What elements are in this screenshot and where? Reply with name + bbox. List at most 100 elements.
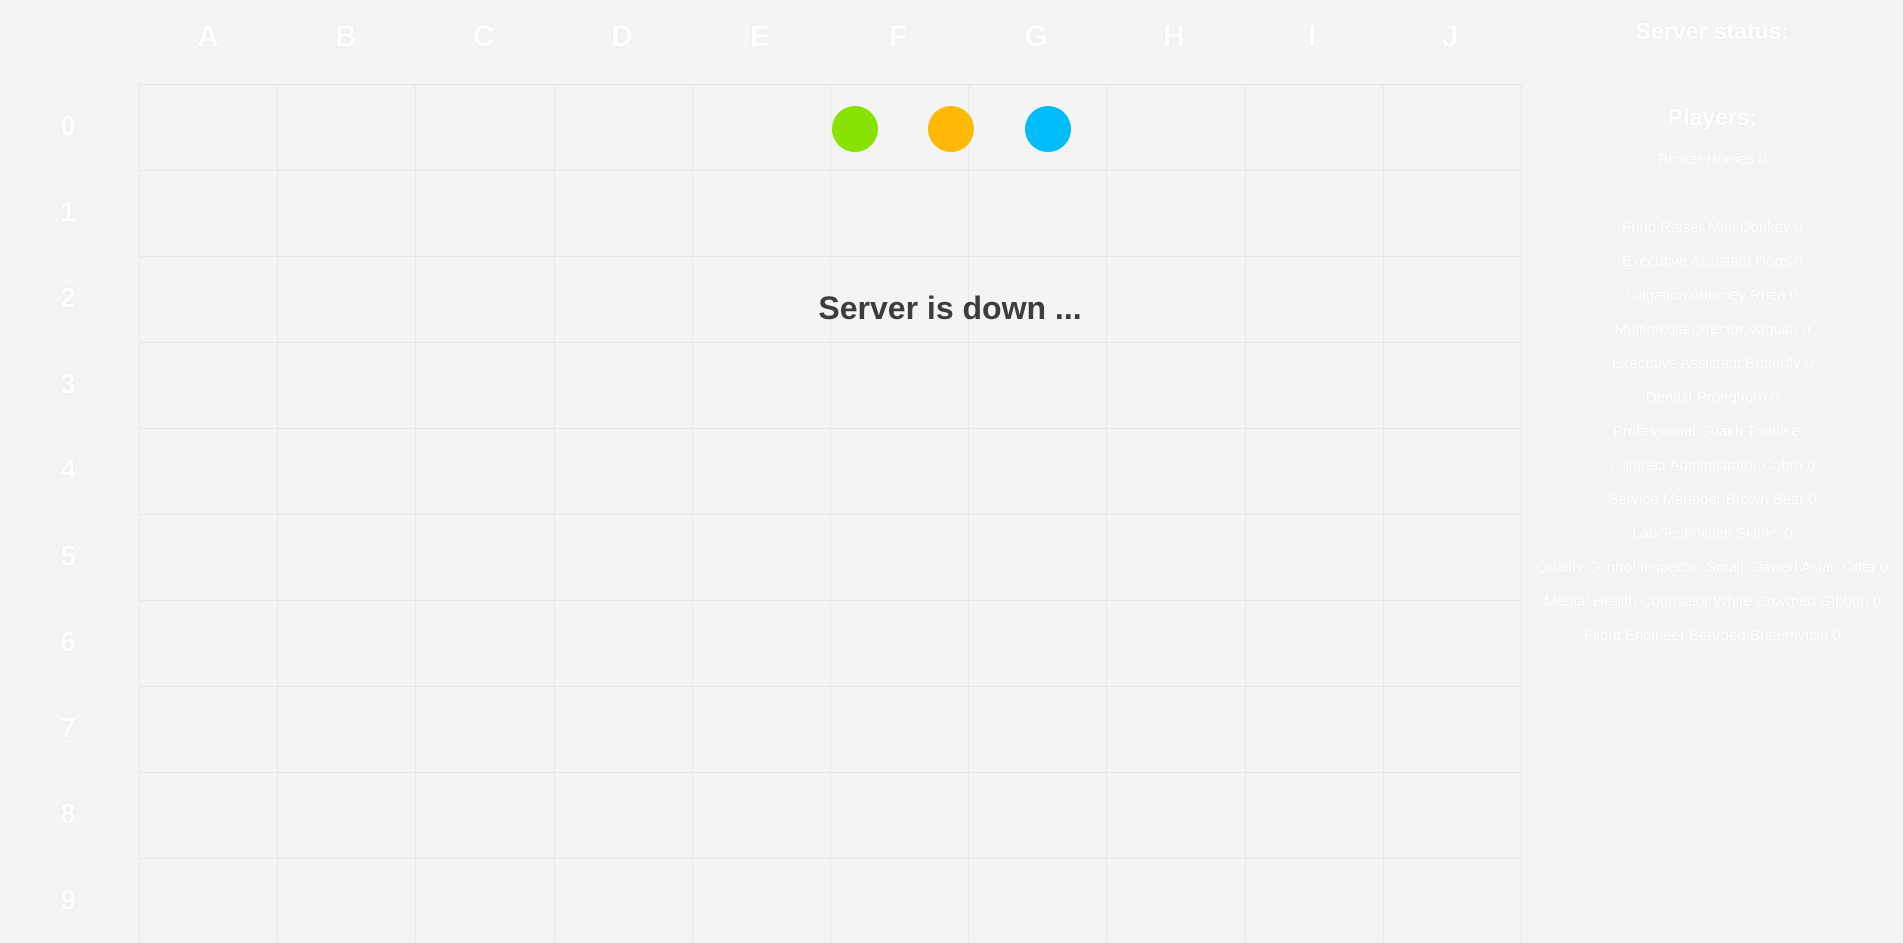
board-cell-h0[interactable] (1107, 85, 1246, 171)
board-cell-f3[interactable] (830, 343, 970, 429)
board-cell-a1[interactable] (140, 171, 279, 257)
board-cell-j4[interactable] (1383, 429, 1522, 515)
board-cell-e3[interactable] (692, 343, 831, 429)
board-cell-h6[interactable] (1107, 601, 1246, 687)
board-cell-e8[interactable] (692, 773, 831, 859)
board-cell-h8[interactable] (1107, 773, 1246, 859)
board-cell-e4[interactable] (692, 429, 831, 515)
board-cell-i5[interactable] (1245, 515, 1384, 601)
board-cell-i3[interactable] (1245, 343, 1384, 429)
board-cell-f4[interactable] (830, 429, 970, 515)
board-cell-c2[interactable] (416, 257, 555, 343)
board-cell-c9[interactable] (416, 859, 555, 943)
board-cell-f5[interactable] (830, 515, 970, 601)
board-cell-i9[interactable] (1246, 859, 1384, 943)
board-cell-f6[interactable] (830, 601, 970, 687)
board-cell-c4[interactable] (416, 429, 555, 515)
blue-token[interactable] (1025, 106, 1071, 152)
board-cell-b2[interactable] (278, 257, 417, 343)
board-cell-d7[interactable] (554, 687, 693, 773)
board-cell-g5[interactable] (969, 515, 1108, 601)
board-cell-d3[interactable] (554, 343, 693, 429)
board-cell-d2[interactable] (554, 257, 693, 343)
board-cell-f7[interactable] (830, 687, 970, 773)
board-cell-b7[interactable] (278, 687, 417, 773)
board-cell-a6[interactable] (140, 601, 279, 687)
board-cell-a8[interactable] (140, 773, 279, 859)
board-cell-b8[interactable] (278, 773, 417, 859)
board-cell-i1[interactable] (1245, 171, 1384, 257)
board-cell-g1[interactable] (969, 171, 1108, 257)
board-cell-d8[interactable] (554, 773, 693, 859)
board-cell-b1[interactable] (278, 171, 417, 257)
board-cell-d4[interactable] (554, 429, 693, 515)
board-cell-b0[interactable] (278, 85, 417, 171)
board-cell-b3[interactable] (278, 343, 417, 429)
board-cell-i8[interactable] (1245, 773, 1384, 859)
board-cell-a7[interactable] (140, 687, 279, 773)
board-cell-j3[interactable] (1383, 343, 1522, 429)
board-cell-e1[interactable] (692, 171, 831, 257)
board-cell-b5[interactable] (278, 515, 417, 601)
board-cell-j2[interactable] (1383, 257, 1522, 343)
board-cell-e9[interactable] (693, 859, 831, 943)
board-cell-b9[interactable] (278, 859, 417, 943)
board-cell-j5[interactable] (1383, 515, 1522, 601)
board-cell-h4[interactable] (1107, 429, 1246, 515)
board-cell-b6[interactable] (278, 601, 417, 687)
board-cell-e7[interactable] (692, 687, 831, 773)
orange-token[interactable] (928, 106, 974, 152)
board-cell-c0[interactable] (416, 85, 555, 171)
board-cell-g7[interactable] (969, 687, 1108, 773)
board-cell-a3[interactable] (140, 343, 279, 429)
board-cell-i0[interactable] (1245, 85, 1384, 171)
board-cell-a2[interactable] (140, 257, 279, 343)
board-cell-j0[interactable] (1383, 85, 1522, 171)
board-cell-d9[interactable] (555, 859, 693, 943)
board-cell-c8[interactable] (416, 773, 555, 859)
board-cell-c1[interactable] (416, 171, 555, 257)
board-cell-d1[interactable] (554, 171, 693, 257)
board-cell-h9[interactable] (1107, 859, 1246, 943)
board-cell-c6[interactable] (416, 601, 555, 687)
board-cell-j9[interactable] (1384, 859, 1522, 943)
board-cell-h3[interactable] (1107, 343, 1246, 429)
green-token[interactable] (832, 106, 878, 152)
board-cell-g4[interactable] (969, 429, 1108, 515)
board-cell-f1[interactable] (830, 171, 970, 257)
board-cell-f8[interactable] (830, 773, 970, 859)
board-cell-j6[interactable] (1383, 601, 1522, 687)
board-cell-h5[interactable] (1107, 515, 1246, 601)
board-cell-f9[interactable] (831, 859, 970, 943)
board-cell-a9[interactable] (140, 859, 279, 943)
column-header-a: A (197, 20, 219, 53)
board-cell-j1[interactable] (1383, 171, 1522, 257)
board-cell-a5[interactable] (140, 515, 279, 601)
board-cell-e0[interactable] (692, 85, 831, 171)
board-cell-i6[interactable] (1245, 601, 1384, 687)
row-header-7: 7 (60, 712, 76, 743)
board-cell-a4[interactable] (140, 429, 279, 515)
board-cell-b4[interactable] (278, 429, 417, 515)
board-cell-a0[interactable] (140, 85, 279, 171)
board-cell-g9[interactable] (969, 859, 1108, 943)
board-cell-d6[interactable] (554, 601, 693, 687)
player-item: Lab Technician Skinks 0 (1632, 525, 1793, 542)
board-cell-d0[interactable] (554, 85, 693, 171)
board-cell-d5[interactable] (554, 515, 693, 601)
board-cell-j7[interactable] (1383, 687, 1522, 773)
board-cell-e6[interactable] (692, 601, 831, 687)
board-cell-g6[interactable] (969, 601, 1108, 687)
board-cell-c3[interactable] (416, 343, 555, 429)
board-cell-e5[interactable] (692, 515, 831, 601)
board-cell-c7[interactable] (416, 687, 555, 773)
board-cell-h7[interactable] (1107, 687, 1246, 773)
board-cell-h1[interactable] (1107, 171, 1246, 257)
board-cell-c5[interactable] (416, 515, 555, 601)
board-cell-i4[interactable] (1245, 429, 1384, 515)
board-cell-j8[interactable] (1383, 773, 1522, 859)
board-cell-g3[interactable] (969, 343, 1108, 429)
board-cell-i7[interactable] (1245, 687, 1384, 773)
board-cell-i2[interactable] (1245, 257, 1384, 343)
board-cell-g8[interactable] (969, 773, 1108, 859)
